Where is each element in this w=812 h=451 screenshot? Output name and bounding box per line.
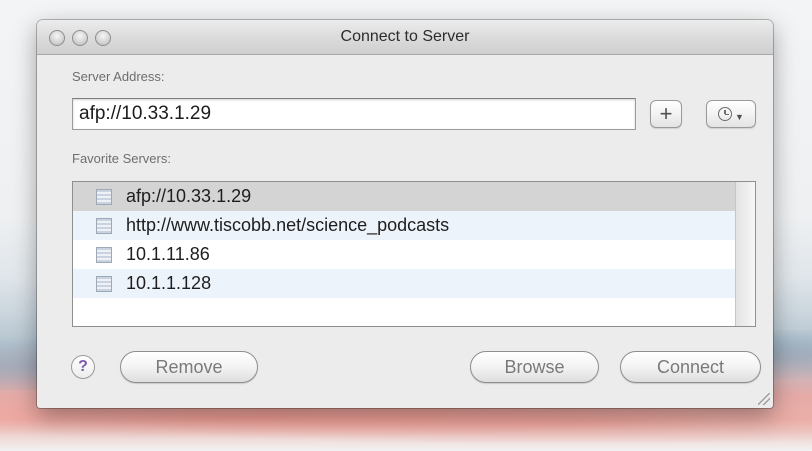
server-address-input[interactable] [72, 98, 636, 130]
clock-icon [718, 107, 733, 121]
server-icon [96, 246, 112, 263]
add-favorite-button[interactable]: + [650, 100, 682, 128]
question-mark-icon: ? [78, 358, 88, 375]
server-icon [96, 217, 112, 234]
server-icon [96, 188, 112, 205]
favorite-server-address: 10.1.1.128 [126, 273, 212, 293]
favorite-servers-label: Favorite Servers: [72, 151, 171, 166]
favorite-server-item[interactable]: 10.1.1.128 [73, 269, 735, 298]
connect-button[interactable]: Connect [620, 351, 761, 383]
plus-icon: + [659, 101, 673, 126]
favorite-server-item[interactable]: http://www.tiscobb.net/science_podcasts [73, 211, 735, 240]
favorite-server-address: 10.1.11.86 [126, 244, 210, 264]
favorite-server-address: http://www.tiscobb.net/science_podcasts [126, 215, 450, 235]
favorite-server-address: afp://10.33.1.29 [126, 186, 252, 206]
list-scrollbar[interactable] [735, 182, 755, 326]
favorite-server-item[interactable]: 10.1.11.86 [73, 240, 735, 269]
recent-servers-button[interactable]: ▼ [706, 100, 756, 128]
resize-grip-icon[interactable] [758, 393, 770, 405]
browse-button[interactable]: Browse [470, 351, 599, 383]
chevron-down-icon: ▼ [735, 112, 744, 122]
remove-button[interactable]: Remove [120, 351, 258, 383]
server-address-label: Server Address: [72, 69, 165, 84]
window-title: Connect to Server [340, 28, 470, 45]
favorite-servers-list[interactable]: afp://10.33.1.29 http://www.tiscobb.net/… [72, 181, 756, 327]
help-button[interactable]: ? [71, 355, 95, 379]
server-icon [96, 275, 112, 292]
title-bar[interactable]: Connect to Server [37, 20, 773, 55]
favorite-server-item-selected[interactable]: afp://10.33.1.29 [73, 182, 735, 211]
connect-to-server-dialog: Connect to Server Server Address: + ▼ Fa… [37, 20, 773, 408]
